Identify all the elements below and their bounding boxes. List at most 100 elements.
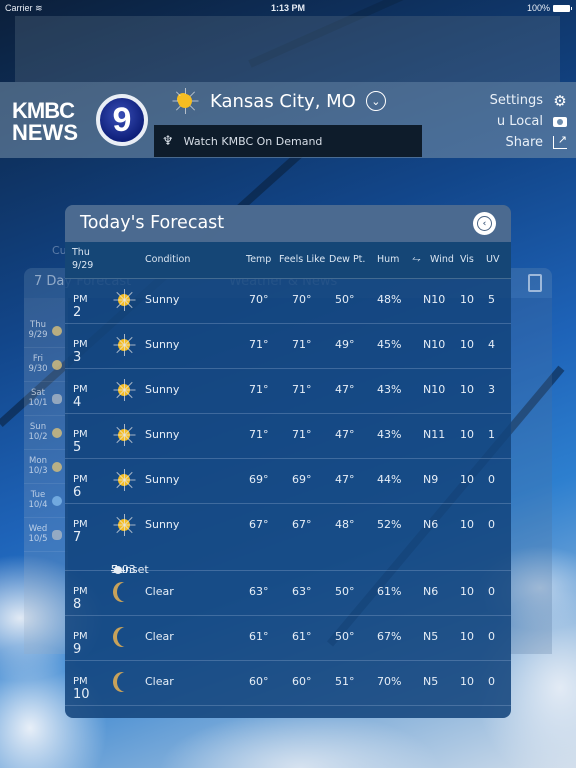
location-name: Kansas City, MO: [210, 90, 356, 112]
location-selector[interactable]: Kansas City, MO ⌄: [172, 88, 386, 114]
day-item[interactable]: Mon 10/3: [24, 450, 68, 484]
feels-like-header: Feels Like: [279, 254, 326, 265]
condition-value: Sunny: [145, 338, 180, 351]
sun-icon: [113, 424, 135, 446]
settings-button[interactable]: Settings ⚙: [490, 90, 568, 111]
battery-status: 100%: [527, 3, 572, 13]
share-button[interactable]: Share ↗: [490, 132, 568, 153]
visibility-value: 10: [460, 675, 474, 688]
temp-value: 61°: [249, 630, 269, 643]
temp-value: 69°: [249, 473, 269, 486]
document-icon[interactable]: [528, 274, 542, 292]
visibility-value: 10: [460, 293, 474, 306]
sun-icon: [113, 514, 135, 536]
hourly-rows: 2 PM Sunny 70° 70° 50° 48% N10 10 5 3 PM Sunny 71° 71°…: [65, 279, 511, 706]
humidity-value: 52%: [377, 518, 402, 531]
panel-title: Today's Forecast: [80, 213, 225, 233]
feels-like-value: 60°: [292, 675, 312, 688]
status-bar: Carrier ≋ 1:13 PM 100%: [0, 0, 576, 16]
visibility-value: 10: [460, 473, 474, 486]
visibility-value: 10: [460, 630, 474, 643]
hourly-row: 5 PM Sunny 71° 71° 47° 43% N11 10 1: [65, 414, 511, 459]
temp-value: 71°: [249, 428, 269, 441]
temp-value: 67°: [249, 518, 269, 531]
uv-value: 0: [488, 675, 495, 688]
uv-header: UV: [486, 254, 500, 265]
uv-value: 4: [488, 338, 495, 351]
sun-icon: [52, 359, 62, 370]
temp-header: Temp: [246, 254, 272, 265]
visibility-value: 10: [460, 383, 474, 396]
feels-like-value: 61°: [292, 630, 312, 643]
temp-value: 63°: [249, 585, 269, 598]
uv-value: 0: [488, 585, 495, 598]
day-item[interactable]: Wed 10/5: [24, 518, 68, 552]
ad-banner-area: [15, 16, 560, 82]
moon-icon: [113, 671, 135, 693]
uv-value: 1: [488, 428, 495, 441]
battery-icon: [553, 4, 572, 12]
chevron-down-icon[interactable]: ⌄: [365, 91, 386, 111]
logo-text-news: NEWS: [12, 120, 78, 145]
settings-label: Settings: [489, 93, 543, 108]
rain-cloud-icon: [52, 393, 62, 404]
day-item[interactable]: Sun 10/2: [24, 416, 68, 450]
humidity-value: 43%: [377, 383, 402, 396]
hourly-row: 3 PM Sunny 71° 71° 49° 45% N10 10 4: [65, 324, 511, 369]
day-item[interactable]: Sat 10/1: [24, 382, 68, 416]
humidity-value: 70%: [377, 675, 402, 688]
feels-like-value: 71°: [292, 428, 312, 441]
dew-point-value: 47°: [335, 473, 355, 486]
visibility-value: 10: [460, 428, 474, 441]
hour-label: 6 PM: [73, 474, 88, 500]
sun-icon: [52, 325, 62, 336]
condition-header: Condition: [145, 254, 191, 265]
hourly-row: 7 PM Sunny 67° 67° 48° 52% N6 10 0 7:03 Sunset: [65, 504, 511, 576]
watch-on-demand-button[interactable]: ♆ Watch KMBC On Demand: [154, 125, 422, 157]
hour-label: 7 PM: [73, 519, 88, 545]
humidity-value: 44%: [377, 473, 402, 486]
dew-point-value: 50°: [335, 630, 355, 643]
uv-value: 3: [488, 383, 495, 396]
hour-label: 2 PM: [73, 294, 88, 320]
hour-label: 3 PM: [73, 339, 88, 365]
todays-forecast-panel: Today's Forecast ‹ Thu 9/29 Condition Tem…: [65, 205, 511, 718]
wind-value: N10: [423, 383, 446, 396]
dew-point-value: 48°: [335, 518, 355, 531]
visibility-value: 10: [460, 338, 474, 351]
wind-value: N5: [423, 630, 439, 643]
uv-value: 0: [488, 518, 495, 531]
feels-like-value: 70°: [292, 293, 312, 306]
wind-value: N10: [423, 338, 446, 351]
dew-point-value: 51°: [335, 675, 355, 688]
back-button[interactable]: ‹: [473, 212, 496, 235]
ulocal-button[interactable]: u Local: [490, 111, 568, 132]
condition-value: Clear: [145, 585, 174, 598]
sun-icon: [113, 379, 135, 401]
feels-like-value: 67°: [292, 518, 312, 531]
wind-value: N11: [423, 428, 446, 441]
broadcast-tower-icon: ♆: [162, 133, 174, 149]
day-item[interactable]: Tue 10/4: [24, 484, 68, 518]
share-icon: ↗: [552, 134, 568, 151]
feels-like-value: 69°: [292, 473, 312, 486]
condition-value: Sunny: [145, 293, 180, 306]
humidity-value: 67%: [377, 630, 402, 643]
kmbc-logo[interactable]: KMBC NEWS 9: [10, 94, 150, 150]
wind-icon: ⥊: [412, 252, 421, 265]
dew-point-header: Dew Pt.: [329, 254, 366, 265]
hourly-row: 8 PM Clear 63° 63° 50° 61% N6 10 0: [65, 571, 511, 616]
sunset-event: 7:03 Sunset: [111, 549, 149, 576]
dew-point-value: 49°: [335, 338, 355, 351]
news-panel-background: [510, 298, 552, 654]
dew-point-value: 50°: [335, 293, 355, 306]
day-item[interactable]: Thu 9/29: [24, 314, 68, 348]
visibility-header: Vis: [460, 254, 474, 265]
humidity-value: 61%: [377, 585, 402, 598]
condition-value: Sunny: [145, 518, 180, 531]
day-item[interactable]: Fri 9/30: [24, 348, 68, 382]
header-menu: Settings ⚙ u Local Share ↗: [490, 90, 568, 153]
humidity-value: 48%: [377, 293, 402, 306]
temp-value: 70°: [249, 293, 269, 306]
temp-value: 71°: [249, 338, 269, 351]
